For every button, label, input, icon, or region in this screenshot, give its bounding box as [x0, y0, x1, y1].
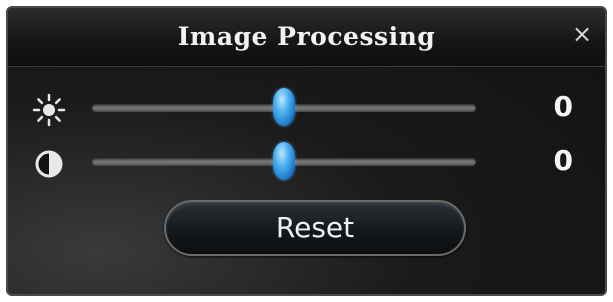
- dialog-title: Image Processing: [177, 22, 436, 51]
- brightness-slider[interactable]: [92, 88, 476, 126]
- contrast-icon: [35, 150, 63, 178]
- contrast-row: 0: [8, 140, 605, 184]
- reset-button[interactable]: Reset: [164, 200, 466, 256]
- contrast-slider[interactable]: [92, 142, 476, 180]
- brightness-value: 0: [553, 90, 573, 123]
- contrast-value: 0: [553, 144, 573, 177]
- close-icon[interactable]: ×: [569, 21, 595, 47]
- contrast-slider-thumb[interactable]: [273, 142, 295, 180]
- title-bar[interactable]: Image Processing ×: [8, 8, 605, 67]
- brightness-slider-thumb[interactable]: [273, 88, 295, 126]
- image-processing-dialog: Image Processing × 0 0 Reset: [6, 6, 607, 296]
- brightness-row: 0: [8, 86, 605, 130]
- brightness-icon: [32, 93, 66, 127]
